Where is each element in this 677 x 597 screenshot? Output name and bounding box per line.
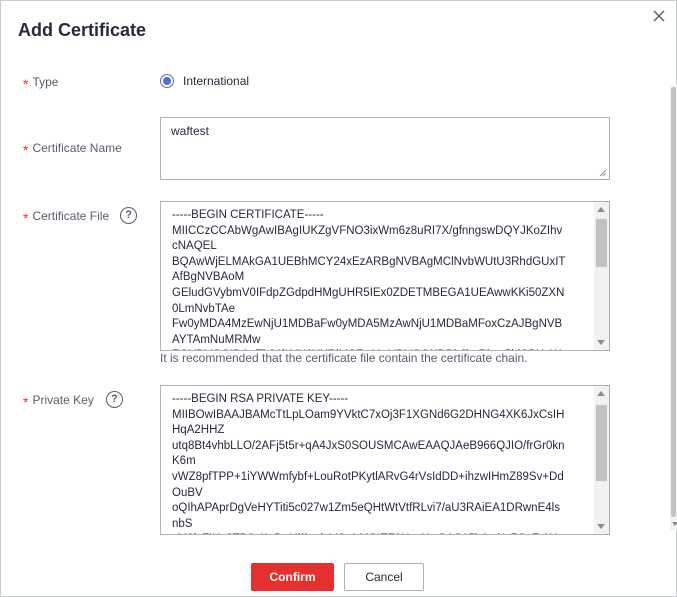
help-icon[interactable]: ? [120, 207, 138, 224]
cancel-button[interactable]: Cancel [344, 563, 424, 591]
private-key-value: -----BEGIN RSA PRIVATE KEY----- MIIBOwIB… [172, 393, 565, 534]
required-mark: * [23, 209, 29, 226]
help-icon[interactable]: ? [105, 391, 123, 408]
dialog-scroll-down-arrow-icon[interactable] [672, 522, 677, 526]
scroll-up-arrow-icon[interactable] [597, 207, 605, 212]
scrollbar-thumb[interactable] [596, 405, 607, 481]
dialog-scrollbar[interactable] [670, 85, 677, 530]
certificate-file-value: -----BEGIN CERTIFICATE----- MIICCzCCAbWg… [172, 209, 566, 350]
certificate-file-scrollbar[interactable] [594, 202, 609, 350]
type-label-row: * Type [23, 75, 59, 92]
certificate-file-label: Certificate File [32, 208, 110, 223]
certificate-name-value: waftest [171, 124, 210, 138]
radio-button[interactable] [160, 74, 174, 88]
certificate-file-hint: It is recommended that the certificate f… [160, 351, 528, 365]
resize-handle-icon[interactable] [599, 169, 607, 177]
close-icon[interactable] [652, 9, 666, 23]
type-label: Type [32, 75, 59, 89]
dialog-scrollbar-thumb[interactable] [671, 87, 676, 517]
type-radio-international[interactable]: International [160, 74, 249, 88]
scrollbar-thumb[interactable] [596, 219, 607, 267]
required-mark: * [23, 76, 29, 92]
radio-selected-dot [163, 77, 171, 85]
key-label-row: * Private Key ? [23, 391, 123, 410]
certificate-file-textarea[interactable]: -----BEGIN CERTIFICATE----- MIICCzCCAbWg… [160, 201, 610, 351]
scroll-up-arrow-icon[interactable] [597, 391, 605, 396]
dialog-title: Add Certificate [18, 20, 147, 40]
certificate-name-input[interactable]: waftest [160, 117, 610, 180]
scroll-down-arrow-icon[interactable] [597, 524, 605, 529]
scroll-down-arrow-icon[interactable] [597, 340, 605, 345]
add-certificate-dialog: Add Certificate * Type International * C… [0, 0, 677, 597]
confirm-button[interactable]: Confirm [251, 563, 334, 591]
private-key-scrollbar[interactable] [594, 386, 609, 534]
private-key-textarea[interactable]: -----BEGIN RSA PRIVATE KEY----- MIIBOwIB… [160, 385, 610, 535]
name-label-row: * Certificate Name [23, 141, 122, 158]
private-key-label: Private Key [32, 392, 94, 407]
required-mark: * [23, 142, 29, 158]
file-label-row: * Certificate File ? [23, 207, 138, 226]
certificate-name-label: Certificate Name [32, 141, 122, 155]
required-mark: * [23, 393, 29, 410]
type-option-label: International [183, 74, 250, 88]
